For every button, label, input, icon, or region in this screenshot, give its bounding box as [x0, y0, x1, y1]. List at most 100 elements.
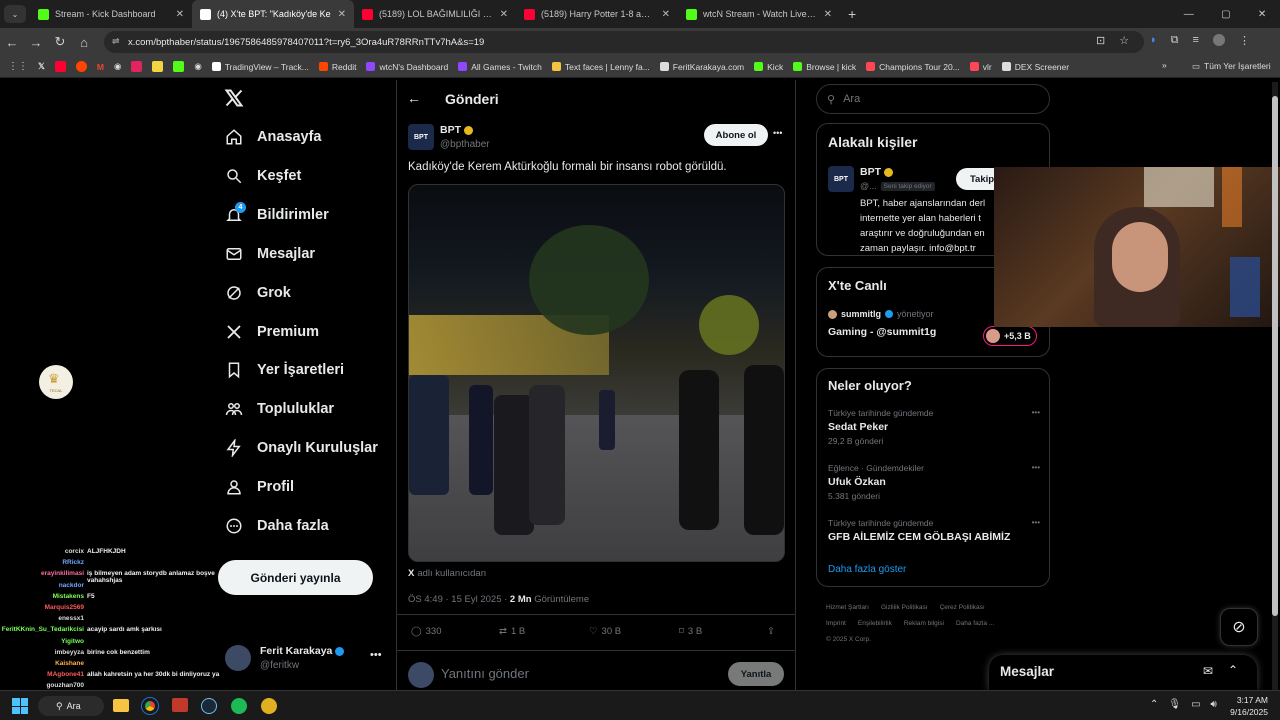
close-window-button[interactable]: ✕	[1258, 9, 1266, 20]
trend-item[interactable]: Türkiye tarihinde gündemde GFB AİLEMİZ C…	[828, 518, 1040, 566]
file-explorer-icon[interactable]	[113, 699, 129, 712]
puzzle-icon[interactable]: ⧉	[1171, 34, 1179, 47]
bookmark-stat[interactable]: ⌑ 3 B	[679, 626, 702, 637]
sidebar-item-bildirimler[interactable]: 4 Bildirimler	[225, 201, 329, 224]
site-info-icon[interactable]: ⇌	[112, 36, 120, 47]
live-stream-title[interactable]: Gaming - @summit1g	[828, 326, 936, 338]
maximize-button[interactable]: ▢	[1221, 9, 1230, 20]
host-name[interactable]: summitlg	[841, 309, 881, 319]
bookmark-gmail-icon[interactable]: M	[97, 62, 104, 72]
tab-search-button[interactable]: ⌄	[4, 5, 26, 23]
star-icon[interactable]: ☆	[1119, 34, 1129, 47]
clock[interactable]: 3:17 AM 9/16/2025	[1228, 694, 1268, 718]
sidebar-item-daha-fazla[interactable]: Daha fazla	[225, 517, 329, 535]
share-icon[interactable]: ⇪	[767, 626, 775, 637]
bookmarks-overflow-icon[interactable]: »	[1162, 60, 1167, 70]
grok-button[interactable]: ⊘	[1220, 608, 1258, 646]
volume-icon[interactable]: 🔊︎	[1211, 699, 1217, 710]
trend-item[interactable]: Eğlence · Gündemdekiler Ufuk Özkan 5.381…	[828, 463, 1040, 511]
start-button[interactable]	[12, 698, 28, 714]
bookmark-x-icon[interactable]: 𝕏	[38, 61, 45, 72]
footer-link[interactable]: Daha fazla ...	[956, 616, 994, 632]
bookmark-y-icon[interactable]	[131, 61, 143, 72]
repost-stat[interactable]: ⇄ 1 B	[499, 626, 525, 637]
sidebar-item-mesajlar[interactable]: Mesajlar	[225, 245, 315, 263]
footer-link[interactable]: Reklam bilgisi	[904, 616, 944, 632]
browser-tab[interactable]: wtcN Stream - Watch Live on Ki ✕	[678, 0, 840, 28]
footer-link[interactable]: Çerez Politikası	[940, 600, 985, 616]
sidebar-item-premium[interactable]: Premium	[225, 323, 319, 341]
footer-link[interactable]: Erişilebilirlik	[858, 616, 892, 632]
chrome-icon[interactable]	[142, 698, 158, 714]
home-button[interactable]: ⌂	[72, 35, 96, 50]
close-tab-icon[interactable]: ✕	[176, 9, 184, 20]
expand-icon[interactable]: ⌃	[1228, 663, 1238, 677]
bookmark-item[interactable]: DEX Screener	[1001, 62, 1069, 72]
new-message-icon[interactable]: ✉	[1203, 664, 1213, 678]
bookmark-b-icon[interactable]	[173, 61, 185, 72]
trend-item[interactable]: Türkiye tarihinde gündemde Sedat Peker 2…	[828, 408, 1040, 456]
live-viewers-badge[interactable]: +5,3 B	[983, 326, 1037, 346]
sidebar-item-anasayfa[interactable]: Anasayfa	[225, 128, 321, 146]
app-icon[interactable]	[261, 698, 277, 714]
author-name[interactable]: BPT	[440, 124, 461, 136]
post-time[interactable]: ÖS 4:49 · 15 Eyl 2025 ·	[408, 594, 510, 605]
apps-icon[interactable]: ⋮⋮	[8, 61, 28, 72]
minimize-button[interactable]: —	[1184, 9, 1194, 20]
bookmark-reddit-icon[interactable]	[75, 61, 87, 72]
bookmark-item[interactable]: Champions Tour 20...	[866, 62, 960, 72]
sidebar-item-yer-i-aretleri[interactable]: Yer İşaretleri	[225, 361, 344, 379]
search-input[interactable]: ⚲ Ara	[816, 84, 1050, 114]
post-more-icon[interactable]: •••	[773, 128, 782, 138]
relevant-avatar[interactable]: BPT	[828, 166, 854, 192]
author-handle[interactable]: @bpthaber	[440, 139, 490, 150]
trend-more-icon[interactable]: •••	[1032, 463, 1040, 472]
page-scrollbar[interactable]	[1272, 82, 1278, 690]
browser-tab[interactable]: (5189) Harry Potter 1-8 ama Tw ✕	[516, 0, 678, 28]
url-input[interactable]: ⇌ x.com/bpthaber/status/1967586485978407…	[104, 31, 1144, 53]
x-logo[interactable]	[224, 88, 244, 114]
reply-stat[interactable]: ◯ 330	[411, 626, 442, 637]
sidebar-item-profil[interactable]: Profil	[225, 478, 294, 496]
post-video[interactable]	[408, 184, 785, 562]
media-app-icon[interactable]	[172, 698, 188, 712]
bookmark-youtube-icon[interactable]	[54, 61, 66, 72]
bookmark-item[interactable]: Reddit	[318, 62, 356, 72]
scrollbar-thumb[interactable]	[1272, 96, 1278, 616]
footer-link[interactable]: Imprint	[826, 616, 846, 632]
sidebar-item-ke-fet[interactable]: Keşfet	[225, 167, 301, 185]
taskbar-search[interactable]: ⚲ Ara	[38, 696, 104, 716]
trend-more-icon[interactable]: •••	[1032, 518, 1040, 527]
network-icon[interactable]: ▭	[1191, 699, 1200, 710]
mic-icon[interactable]: 🎙︎	[1168, 699, 1181, 710]
show-more-link[interactable]: Daha fazla göster	[828, 564, 906, 575]
like-stat[interactable]: ♡ 30 B	[589, 626, 621, 637]
sidebar-item-topluluklar[interactable]: Topluluklar	[225, 400, 334, 418]
browser-tab[interactable]: (5189) LOL BAĞIMLILIĞI 1.5 - Yo✕	[354, 0, 516, 28]
messages-drawer[interactable]: Mesajlar ✉ ⌃	[989, 655, 1257, 691]
bookmark-globe2-icon[interactable]: ◉	[194, 61, 201, 72]
all-bookmarks[interactable]: ▭ Tüm Yer İşaretleri	[1192, 61, 1271, 72]
back-arrow-icon[interactable]: ←	[407, 90, 421, 106]
trend-more-icon[interactable]: •••	[1032, 408, 1040, 417]
spotify-icon[interactable]	[231, 698, 247, 714]
bookmark-item[interactable]: All Games - Twitch	[458, 62, 542, 72]
bookmark-globe-icon[interactable]: ◉	[114, 61, 121, 72]
bookmark-item[interactable]: vlr	[969, 62, 992, 72]
close-tab-icon[interactable]: ✕	[338, 9, 346, 20]
menu-icon[interactable]: ⋮	[1239, 34, 1250, 47]
close-tab-icon[interactable]: ✕	[824, 9, 832, 20]
sidebar-item-grok[interactable]: Grok	[225, 284, 291, 302]
new-tab-button[interactable]: +	[848, 6, 856, 22]
steam-icon[interactable]	[201, 698, 217, 714]
reply-button[interactable]: Yanıtla	[728, 662, 784, 686]
post-button[interactable]: Gönderi yayınla	[218, 560, 373, 595]
forward-button[interactable]: →	[24, 35, 48, 50]
bookmark-item[interactable]: wtcN's Dashboard	[366, 62, 448, 72]
browser-tab[interactable]: (4) X'te BPT: "Kadıköy'de Ke ✕	[192, 0, 354, 28]
bookmark-item[interactable]: Text faces | Lenny fa...	[551, 62, 650, 72]
footer-link[interactable]: Hizmet Şartları	[826, 600, 869, 616]
relevant-handle[interactable]: @...	[860, 181, 877, 191]
footer-link[interactable]: Gizlilik Politikası	[881, 600, 928, 616]
sidebar-item-onayl-kurulu-lar[interactable]: Onaylı Kuruluşlar	[225, 439, 378, 458]
